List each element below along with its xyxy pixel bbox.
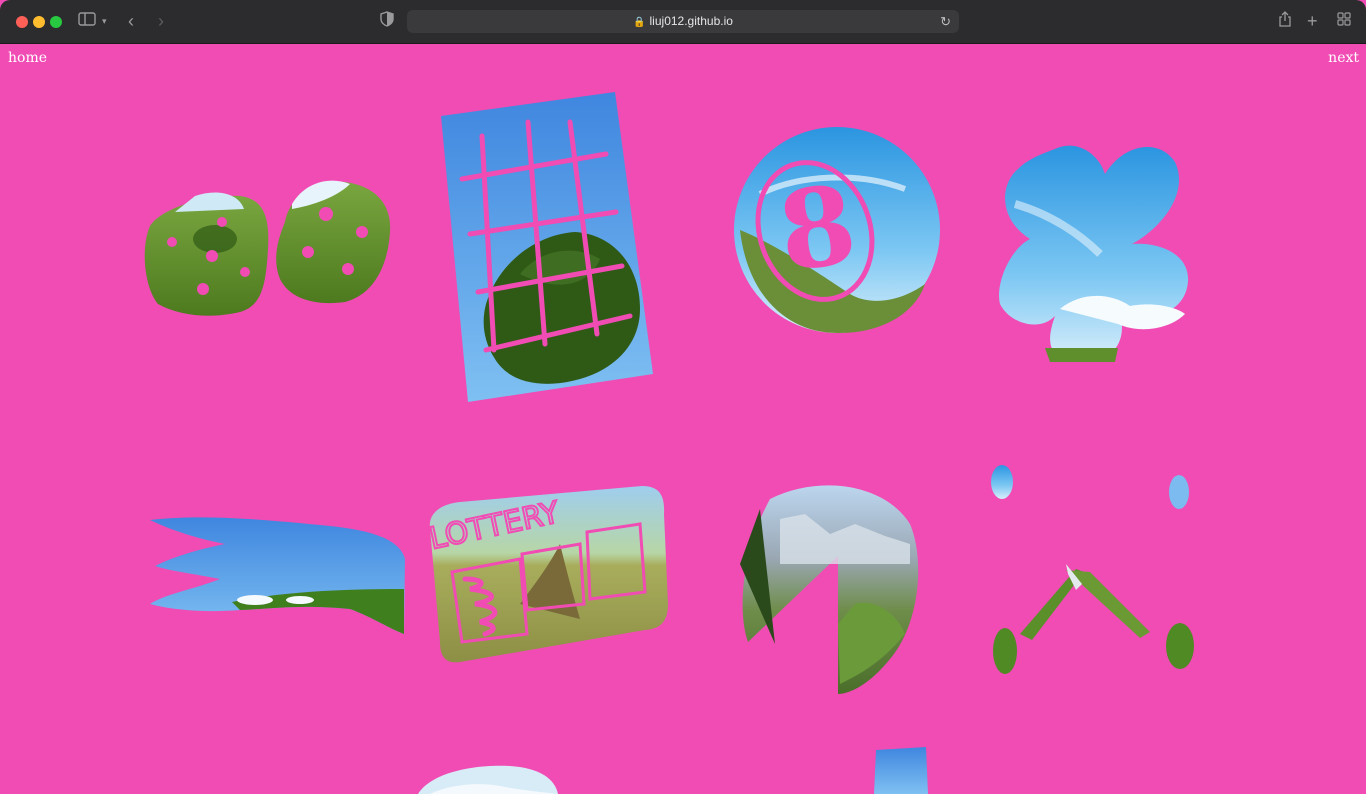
artwork-canvas: 8 LOTTERY	[144, 92, 1194, 794]
browser-toolbar: ▾ ‹ › 🔒 liuj012.github.io ↻ +	[0, 0, 1366, 44]
chevron-left-icon[interactable]: ‹	[128, 11, 134, 31]
pointing-hand-cutout[interactable]	[150, 517, 405, 634]
close-window-button[interactable]	[16, 16, 28, 28]
shield-icon[interactable]	[380, 11, 394, 32]
lottery-card-cutout[interactable]: LOTTERY	[425, 486, 668, 663]
page-content: home next 8 LOTTERY	[0, 44, 1366, 794]
reload-icon[interactable]: ↻	[940, 10, 951, 33]
url-text: liuj012.github.io	[649, 14, 733, 28]
tab-overview-icon[interactable]	[1337, 11, 1351, 31]
zoom-window-button[interactable]	[50, 16, 62, 28]
grid-window-cutout[interactable]	[441, 92, 653, 402]
browser-window: ▾ ‹ › 🔒liuj012.github.io ↻ + home next	[0, 0, 1366, 794]
cloud-cutout-partial[interactable]	[418, 765, 558, 794]
face-cutout[interactable]	[991, 465, 1194, 674]
lock-icon: 🔒	[633, 17, 646, 28]
chevron-down-icon[interactable]: ▾	[102, 11, 107, 31]
address-bar[interactable]: 🔒 liuj012.github.io ↻	[407, 10, 959, 33]
plus-icon[interactable]: +	[1307, 11, 1318, 31]
sky-cutout-partial[interactable]	[874, 747, 928, 794]
minimize-window-button[interactable]	[33, 16, 45, 28]
share-icon[interactable]	[1278, 11, 1292, 32]
flower-cutout[interactable]	[999, 145, 1189, 362]
dice-cutout[interactable]	[144, 180, 391, 316]
pacman-mountain-cutout[interactable]	[740, 485, 919, 694]
eight-ball-cutout[interactable]: 8	[734, 127, 940, 334]
chevron-right-icon[interactable]: ›	[158, 11, 164, 31]
sidebar-icon[interactable]	[78, 11, 96, 31]
